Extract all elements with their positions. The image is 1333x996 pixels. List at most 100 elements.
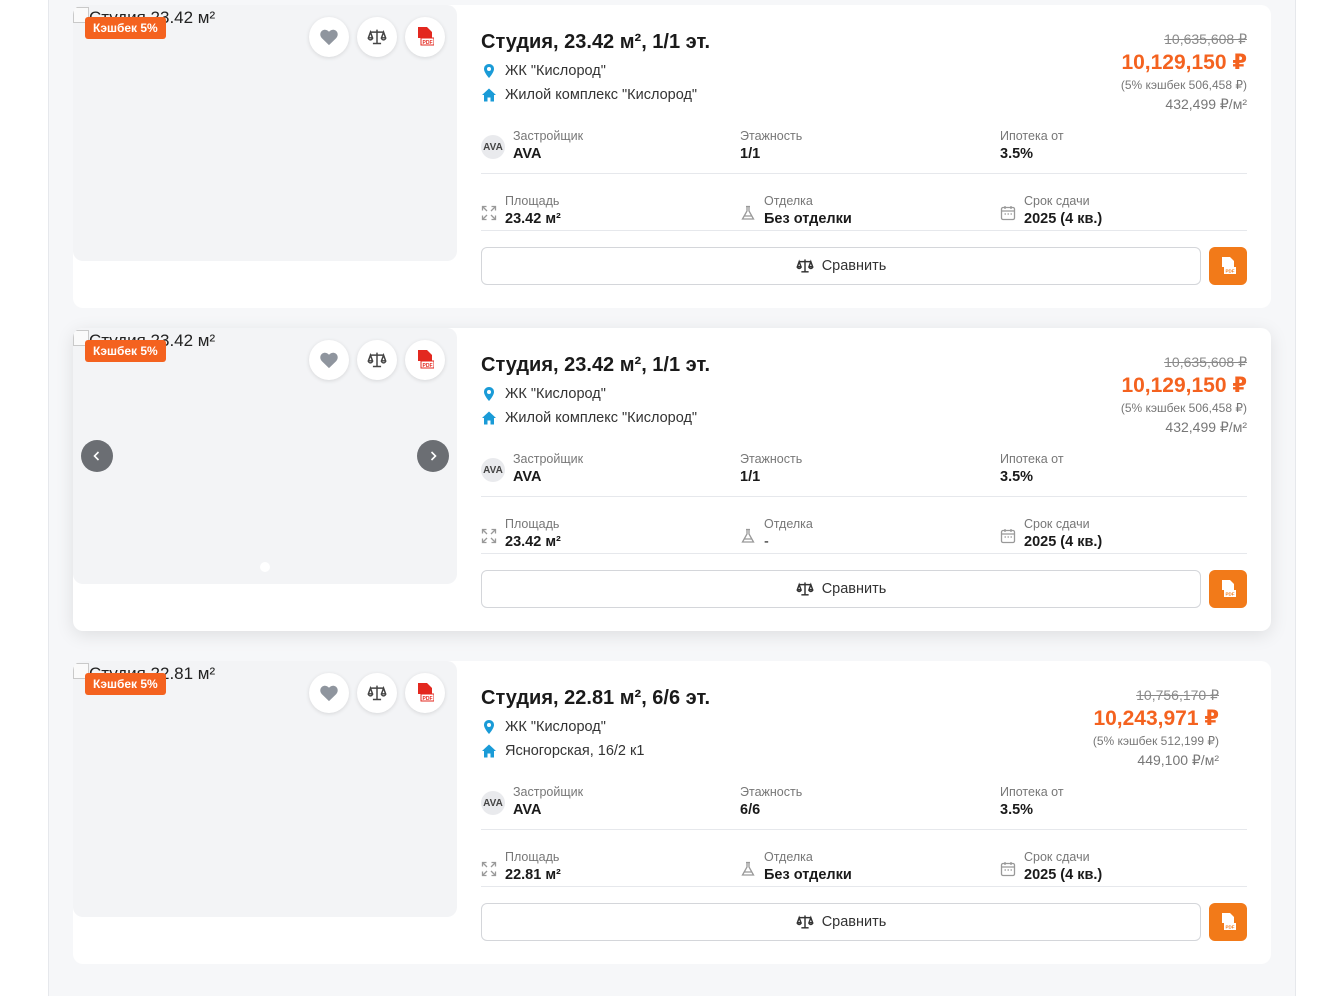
complex-name: ЖК "Кислород": [505, 719, 606, 735]
floors-value: 1/1: [740, 469, 761, 485]
compare-button-round[interactable]: [357, 17, 397, 57]
deadline-value: 2025 (4 кв.): [1024, 867, 1103, 883]
complex-link[interactable]: ЖК "Кислород": [481, 63, 606, 79]
svg-text:PDF: PDF: [1226, 269, 1235, 274]
listing-title[interactable]: Студия, 23.42 м², 1/1 эт.: [481, 354, 710, 377]
carousel-dot[interactable]: [260, 562, 270, 572]
current-price: 10,243,971 ₽: [1093, 707, 1219, 730]
deadline-label: Срок сдачи: [1024, 194, 1090, 208]
mortgage-stat: Ипотека от 3.5%: [1000, 785, 1064, 818]
listing-photo[interactable]: Студия 22.81 м² Кэшбек 5% PDF: [73, 661, 457, 917]
map-pin-icon: [484, 387, 494, 401]
compare-button-round[interactable]: [357, 340, 397, 380]
finish-value: -: [764, 534, 769, 550]
price-block: 10,635,608 ₽ 10,129,150 ₽ (5% кэшбек 506…: [1121, 31, 1247, 113]
favorite-button[interactable]: [309, 673, 349, 713]
pdf-button-round[interactable]: PDF: [405, 17, 445, 57]
listing-photo[interactable]: Студия 23.42 м² Кэшбек 5% PDF: [73, 328, 457, 584]
scales-icon: [796, 582, 814, 596]
compare-button[interactable]: Сравнить: [481, 903, 1201, 941]
map-pin-icon: [484, 64, 494, 78]
favorite-button[interactable]: [309, 340, 349, 380]
cashback-amount: (5% кэшбек 506,458 ₽): [1120, 78, 1247, 92]
address-line: Жилой комплекс "Кислород": [481, 410, 697, 426]
address-line: Ясногорская, 16/2 к1: [481, 743, 644, 759]
listing-title[interactable]: Студия, 23.42 м², 1/1 эт.: [481, 31, 710, 54]
next-photo-button[interactable]: [417, 440, 449, 472]
pdf-button-round[interactable]: PDF: [405, 673, 445, 713]
area-value: 22.81 м²: [505, 867, 561, 883]
area-stat: Площадь 23.42 м²: [505, 194, 561, 227]
finish-label: Отделка: [764, 517, 813, 531]
pdf-download-button[interactable]: PDF: [1209, 247, 1247, 285]
finish-stat: Отделка -: [764, 517, 813, 550]
chevron-right-icon: [430, 451, 437, 461]
listings-container: Студия 23.42 м² Кэшбек 5% PDF Студия, 23…: [48, 0, 1296, 996]
complex-name: ЖК "Кислород": [505, 386, 606, 402]
price-per-m2: 449,100 ₽/м²: [1137, 752, 1219, 768]
favorite-button[interactable]: [309, 17, 349, 57]
floors-stat: Этажность 6/6: [740, 785, 802, 818]
mortgage-stat: Ипотека от 3.5%: [1000, 452, 1064, 485]
listing-card[interactable]: Студия 22.81 м² Кэшбек 5% PDF Студия, 22…: [73, 661, 1271, 964]
developer-logo: AVA: [481, 791, 505, 815]
complex-name: ЖК "Кислород": [505, 63, 606, 79]
scales-icon: [796, 915, 814, 929]
home-icon: [482, 411, 496, 425]
area-stat: Площадь 23.42 м²: [505, 517, 561, 550]
current-price: 10,129,150 ₽: [1121, 51, 1247, 74]
divider: [481, 496, 1247, 497]
complex-link[interactable]: ЖК "Кислород": [481, 386, 606, 402]
deadline-value: 2025 (4 кв.): [1024, 211, 1103, 227]
heart-icon: [320, 29, 338, 46]
price-block: 10,635,608 ₽ 10,129,150 ₽ (5% кэшбек 506…: [1121, 354, 1247, 436]
listing-card[interactable]: Студия 23.42 м² Кэшбек 5% PDF Студия, 23…: [73, 5, 1271, 308]
complex-link[interactable]: ЖК "Кислород": [481, 719, 606, 735]
pdf-file-icon: PDF: [1222, 913, 1236, 930]
compare-button-label: Сравнить: [821, 258, 887, 274]
area-value: 23.42 м²: [505, 534, 561, 550]
divider: [481, 173, 1247, 174]
home-icon: [482, 88, 496, 102]
price-per-m2: 432,499 ₽/м²: [1165, 419, 1247, 435]
floors-label: Этажность: [740, 785, 803, 799]
scales-icon: [367, 685, 387, 701]
pdf-file-icon: PDF: [1222, 580, 1236, 597]
finish-value: Без отделки: [764, 867, 852, 883]
listing-title[interactable]: Студия, 22.81 м², 6/6 эт.: [481, 687, 710, 710]
listing-card[interactable]: Студия 23.42 м² Кэшбек 5% PDF Студия, 23…: [73, 328, 1271, 631]
area-label: Площадь: [505, 517, 560, 531]
deadline-stat: Срок сдачи 2025 (4 кв.): [1024, 850, 1102, 883]
mortgage-label: Ипотека от: [1000, 785, 1064, 799]
pdf-download-button[interactable]: PDF: [1209, 903, 1247, 941]
svg-text:PDF: PDF: [1226, 592, 1235, 597]
developer-label: Застройщик: [513, 785, 584, 799]
floors-label: Этажность: [740, 452, 803, 466]
area-label: Площадь: [505, 850, 560, 864]
previous-photo-button[interactable]: [81, 440, 113, 472]
area-stat: Площадь 22.81 м²: [505, 850, 561, 883]
pdf-file-icon: PDF: [418, 350, 434, 369]
scales-icon: [367, 352, 387, 368]
finish-value: Без отделки: [764, 211, 852, 227]
developer-value: AVA: [513, 146, 542, 162]
old-price: 10,756,170 ₽: [1136, 687, 1219, 703]
compare-button[interactable]: Сравнить: [481, 247, 1201, 285]
pdf-button-round[interactable]: PDF: [405, 340, 445, 380]
scales-icon: [367, 29, 387, 45]
cashback-amount: (5% кэшбек 506,458 ₽): [1120, 401, 1247, 415]
compare-button[interactable]: Сравнить: [481, 570, 1201, 608]
flask-icon: [741, 861, 755, 876]
compare-button-round[interactable]: [357, 673, 397, 713]
price-per-m2: 432,499 ₽/м²: [1165, 96, 1247, 112]
chevron-left-icon: [93, 451, 100, 461]
mortgage-label: Ипотека от: [1000, 129, 1064, 143]
mortgage-value: 3.5%: [1000, 802, 1034, 818]
pdf-download-button[interactable]: PDF: [1209, 570, 1247, 608]
listing-photo[interactable]: Студия 23.42 м² Кэшбек 5% PDF: [73, 5, 457, 261]
calendar-icon: [1000, 862, 1016, 877]
cashback-badge: Кэшбек 5%: [85, 17, 166, 39]
price-block: 10,756,170 ₽ 10,243,971 ₽ (5% кэшбек 512…: [1093, 687, 1219, 769]
mortgage-value: 3.5%: [1000, 469, 1034, 485]
developer-stat: Застройщик AVA: [513, 129, 583, 162]
